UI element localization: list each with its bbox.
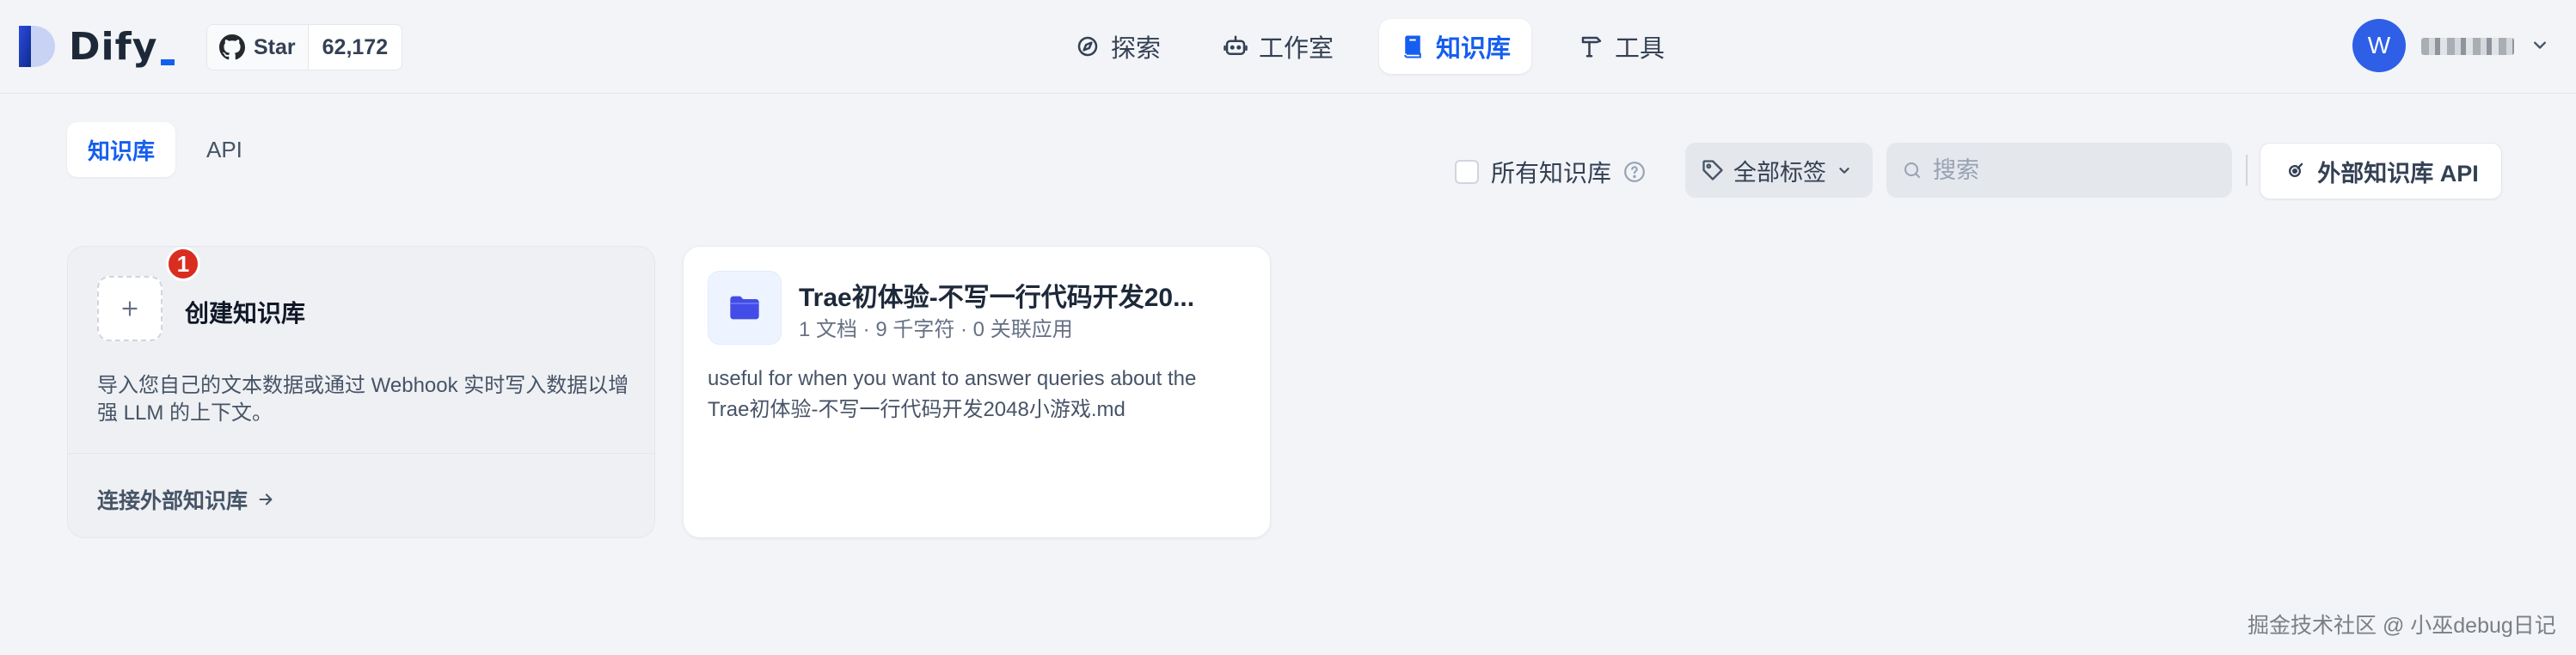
create-plus-box[interactable] (97, 276, 163, 341)
plus-icon (122, 301, 138, 316)
card-divider (68, 453, 654, 454)
nav-studio[interactable]: 工作室 (1202, 19, 1354, 74)
tag-filter-label: 全部标签 (1733, 159, 1826, 186)
connect-external-link[interactable]: 连接外部知识库 (97, 484, 275, 515)
create-knowledge-title[interactable]: 创建知识库 (185, 295, 305, 329)
app-name: Dify (69, 24, 158, 69)
api-connection-icon (2289, 162, 2303, 177)
search-input[interactable] (1933, 156, 2217, 184)
watermark: 掘金技术社区 @ 小巫debug日记 (2248, 614, 2556, 638)
nav-explore[interactable]: 探索 (1054, 19, 1181, 74)
username-redacted[interactable] (2421, 38, 2514, 55)
help-circle-icon[interactable] (1623, 161, 1646, 183)
dataset-title[interactable]: Trae初体验-不写一行代码开发20... (799, 276, 1194, 314)
search-box[interactable] (1886, 143, 2232, 198)
tag-icon (1702, 160, 1723, 181)
tab-knowledge[interactable]: 知识库 (67, 122, 176, 177)
robot-icon (1224, 35, 1248, 55)
logo-mark-icon (19, 26, 55, 67)
nav-knowledge[interactable]: 知识库 (1379, 19, 1532, 74)
external-api-button[interactable]: 外部知识库 API (2260, 143, 2502, 199)
connect-external-label: 连接外部知识库 (97, 489, 248, 513)
hammer-icon (1581, 36, 1602, 58)
all-datasets-checkbox[interactable] (1455, 160, 1479, 184)
nav-explore-label: 探索 (1111, 35, 1162, 63)
tag-filter-select[interactable]: 全部标签 (1685, 143, 1873, 198)
chevron-down-icon[interactable] (2528, 33, 2552, 57)
github-star-button[interactable]: Star (207, 25, 309, 70)
nav-tools[interactable]: 工具 (1558, 19, 1685, 74)
toolbar-divider (2246, 155, 2248, 186)
create-knowledge-description: 导入您自己的文本数据或通过 Webhook 实时写入数据以增强 LLM 的上下文… (97, 374, 629, 425)
book-icon (1404, 35, 1421, 58)
github-star-label: Star (254, 34, 296, 59)
top-header: Dify Star 62,172 探索 工作室 知识库 工具 W (0, 0, 2576, 94)
dataset-meta: 1 文档 · 9 千字符 · 0 关联应用 (799, 318, 1073, 341)
step-badge: 1 (166, 247, 200, 281)
all-datasets-filter[interactable]: 所有知识库 (1455, 155, 1646, 189)
compass-icon (1077, 36, 1098, 57)
dataset-description: useful for when you want to answer queri… (708, 367, 1197, 421)
nav-knowledge-label: 知识库 (1436, 35, 1512, 63)
github-icon (219, 34, 245, 60)
chevron-down-icon (1839, 168, 1849, 174)
external-api-label: 外部知识库 API (2317, 160, 2479, 187)
dify-logo[interactable]: Dify (15, 22, 175, 70)
folder-icon (730, 296, 759, 320)
all-datasets-label: 所有知识库 (1491, 160, 1612, 187)
dataset-icon-box (708, 271, 782, 345)
create-knowledge-card[interactable]: 1 创建知识库 导入您自己的文本数据或通过 Webhook 实时写入数据以增强 … (67, 246, 655, 538)
dataset-card[interactable]: Trae初体验-不写一行代码开发20... 1 文档 · 9 千字符 · 0 关… (683, 246, 1271, 538)
arrow-right-icon (259, 493, 273, 505)
user-avatar[interactable]: W (2352, 19, 2406, 72)
nav-studio-label: 工作室 (1259, 35, 1334, 63)
github-star-widget[interactable]: Star 62,172 (206, 24, 403, 70)
tab-api[interactable]: API (186, 122, 263, 177)
nav-tools-label: 工具 (1615, 35, 1665, 63)
github-star-count[interactable]: 62,172 (309, 25, 402, 70)
search-icon (1904, 162, 1920, 178)
logo-cursor-mark (161, 59, 175, 65)
